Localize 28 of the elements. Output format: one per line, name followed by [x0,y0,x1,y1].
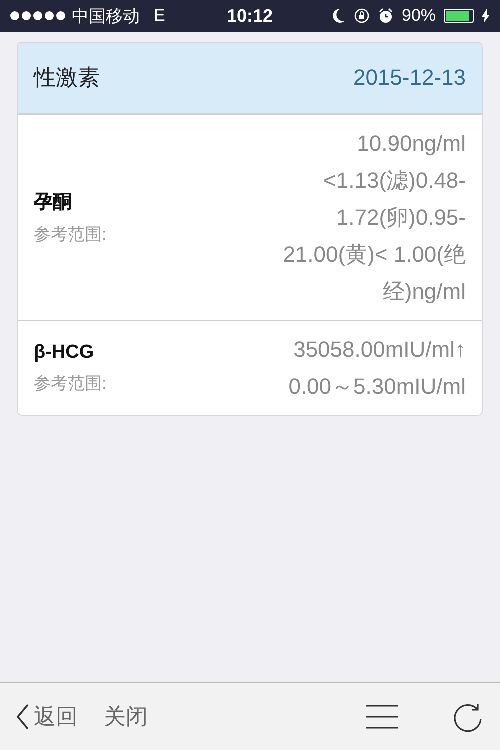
test-name: 孕酮 [34,191,73,215]
result-value: 10.90ng/ml [357,130,466,158]
battery-percent: 90% [402,6,436,26]
card-title: 性激素 [34,64,100,92]
result-value: 1.72(卵)0.95- [336,204,466,232]
moon-icon [332,8,346,24]
battery-icon [444,9,474,23]
result-value: 经)ng/ml [382,278,466,306]
reference-label: 参考范围: [34,224,107,246]
alarm-icon [378,8,394,24]
carrier-name: 中国移动 [72,6,140,28]
result-value: 0.00～5.30mIU/ml [288,373,466,401]
back-chevron-icon [16,704,30,730]
back-button[interactable]: 返回 [16,702,78,732]
report-date: 2015-12-13 [353,65,466,91]
close-button[interactable]: 关闭 [104,702,148,732]
test-name: β-HCG [34,342,96,364]
rotation-lock-icon [354,8,370,24]
reference-label: 参考范围: [34,372,107,394]
result-value: 21.00(黄)< 1.00(绝 [283,241,466,269]
charging-icon [482,9,490,23]
clock-time: 10:12 [226,6,274,26]
signal-icon [10,11,66,21]
network-type: E [154,6,166,26]
menu-icon [366,704,398,728]
result-value: <1.13(滤)0.48- [324,167,466,195]
menu-button[interactable] [366,704,398,728]
result-value: 35058.00mIU/ml↑ [294,336,466,364]
